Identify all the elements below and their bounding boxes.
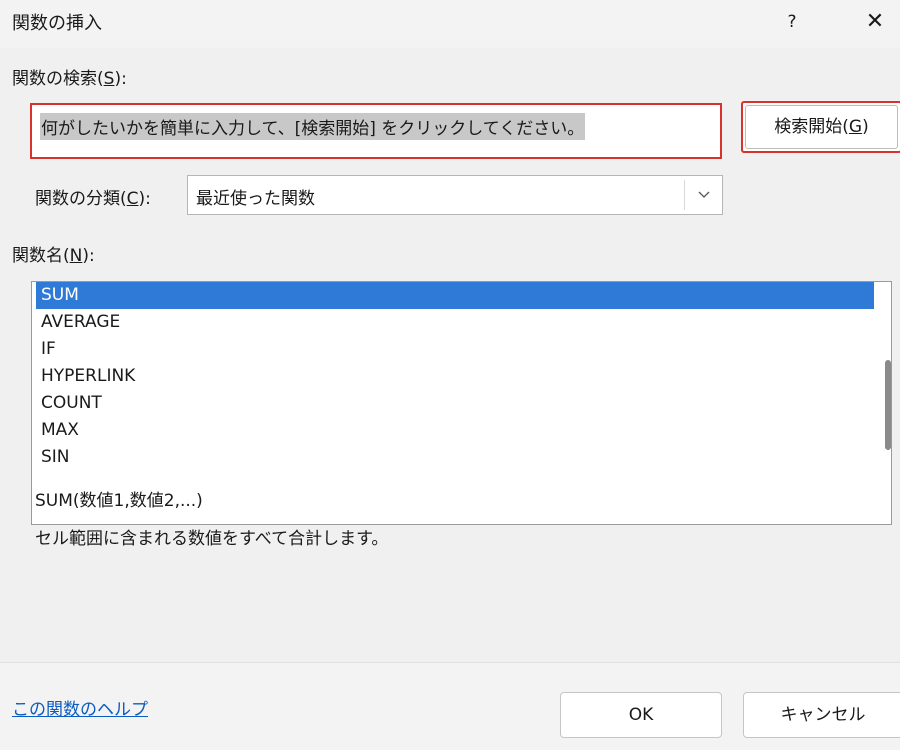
dialog-body: 関数の検索(S): 何がしたいかを簡単に入力して、[検索開始] をクリックしてく… <box>0 48 900 662</box>
cancel-button[interactable]: キャンセル <box>743 692 900 738</box>
function-syntax: SUM(数値1,数値2,...) <box>35 491 203 511</box>
help-button[interactable]: ? <box>772 6 812 38</box>
close-button[interactable]: ✕ <box>855 6 895 38</box>
search-input-text: 何がしたいかを簡単に入力して、[検索開始] をクリックしてください。 <box>40 113 586 140</box>
function-item-sum[interactable]: SUM <box>36 282 874 309</box>
function-item-if[interactable]: IF <box>36 336 874 363</box>
chevron-down-icon <box>698 191 710 198</box>
function-item-count[interactable]: COUNT <box>36 390 874 417</box>
function-item-hyperlink[interactable]: HYPERLINK <box>36 363 874 390</box>
category-dropdown[interactable]: 最近使った関数 <box>187 175 723 215</box>
function-name-label: 関数名(N): <box>12 246 95 266</box>
search-label: 関数の検索(S): <box>12 69 127 89</box>
function-item-sin[interactable]: SIN <box>36 444 874 471</box>
category-label: 関数の分類(C): <box>35 189 151 209</box>
footer-divider <box>0 662 900 663</box>
function-help-link[interactable]: この関数のヘルプ <box>12 695 148 720</box>
search-input[interactable]: 何がしたいかを簡単に入力して、[検索開始] をクリックしてください。 <box>30 103 722 159</box>
category-selected-value: 最近使った関数 <box>196 189 315 209</box>
ok-button[interactable]: OK <box>560 692 722 738</box>
function-item-average[interactable]: AVERAGE <box>36 309 874 336</box>
function-description: セル範囲に含まれる数値をすべて合計します。 <box>35 529 389 549</box>
list-scrollbar-thumb[interactable] <box>885 360 891 450</box>
dialog-title: 関数の挿入 <box>12 13 102 34</box>
title-bar: 関数の挿入 ? ✕ <box>0 0 900 48</box>
function-item-max[interactable]: MAX <box>36 417 874 444</box>
insert-function-dialog: 関数の挿入 ? ✕ 関数の検索(S): 何がしたいかを簡単に入力して、[検索開始… <box>0 0 900 750</box>
search-start-button-label: 検索開始(G) <box>745 105 898 149</box>
dropdown-divider <box>684 180 685 210</box>
search-start-button[interactable]: 検索開始(G) <box>741 101 900 153</box>
